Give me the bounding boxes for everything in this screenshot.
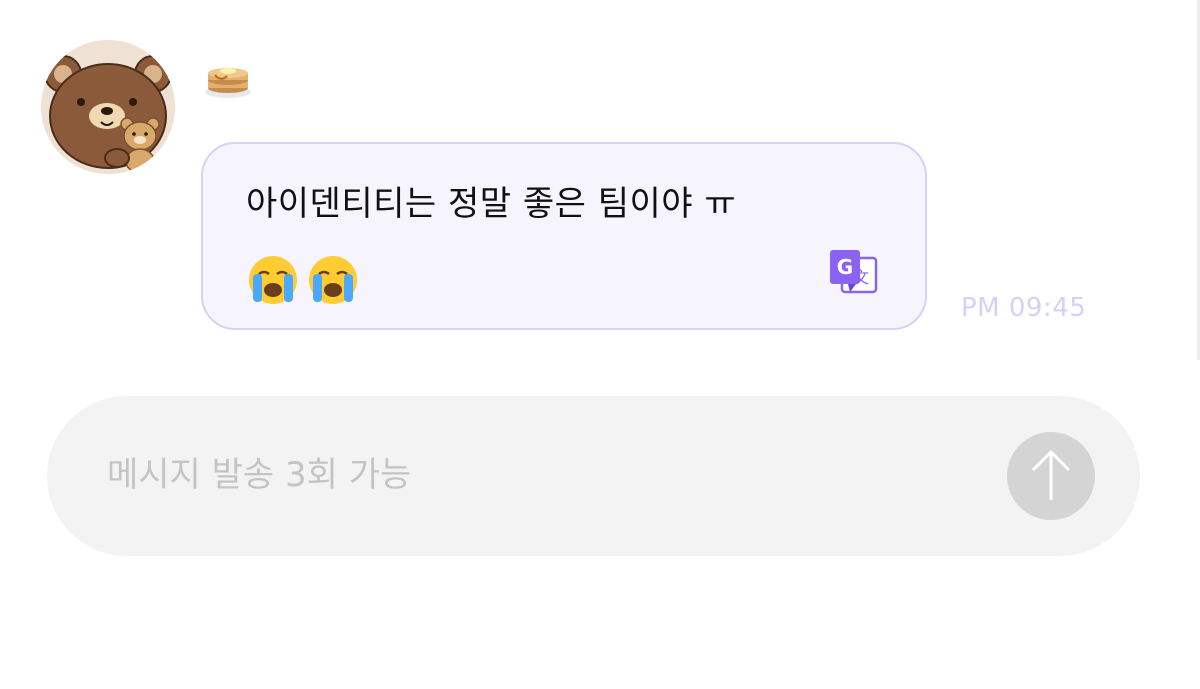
pancake-emoji-icon [203,56,253,102]
crying-face-emoji-icon [249,256,297,304]
message-text: 아이덴티티는 정말 좋은 팀이야 ㅠ [246,184,737,224]
send-button[interactable] [1007,432,1095,520]
message-timestamp: PM 09:45 [961,293,1087,323]
message-bubble[interactable]: 아이덴티티는 정말 좋은 팀이야 ㅠ 文 G [201,142,927,330]
emoji-row [247,254,359,306]
bear-avatar-icon[interactable] [41,40,175,174]
chat-screen: 아이덴티티는 정말 좋은 팀이야 ㅠ 文 G PM 09:45 메시지 발송 3… [0,0,1200,689]
google-translate-icon[interactable]: 文 G [828,248,880,300]
arrow-up-icon [1031,449,1071,500]
message-input-bar[interactable]: 메시지 발송 3회 가능 [47,396,1140,556]
crying-face-emoji-icon [309,256,357,304]
svg-text:G: G [837,255,853,279]
message-input-placeholder: 메시지 발송 3회 가능 [107,455,412,495]
